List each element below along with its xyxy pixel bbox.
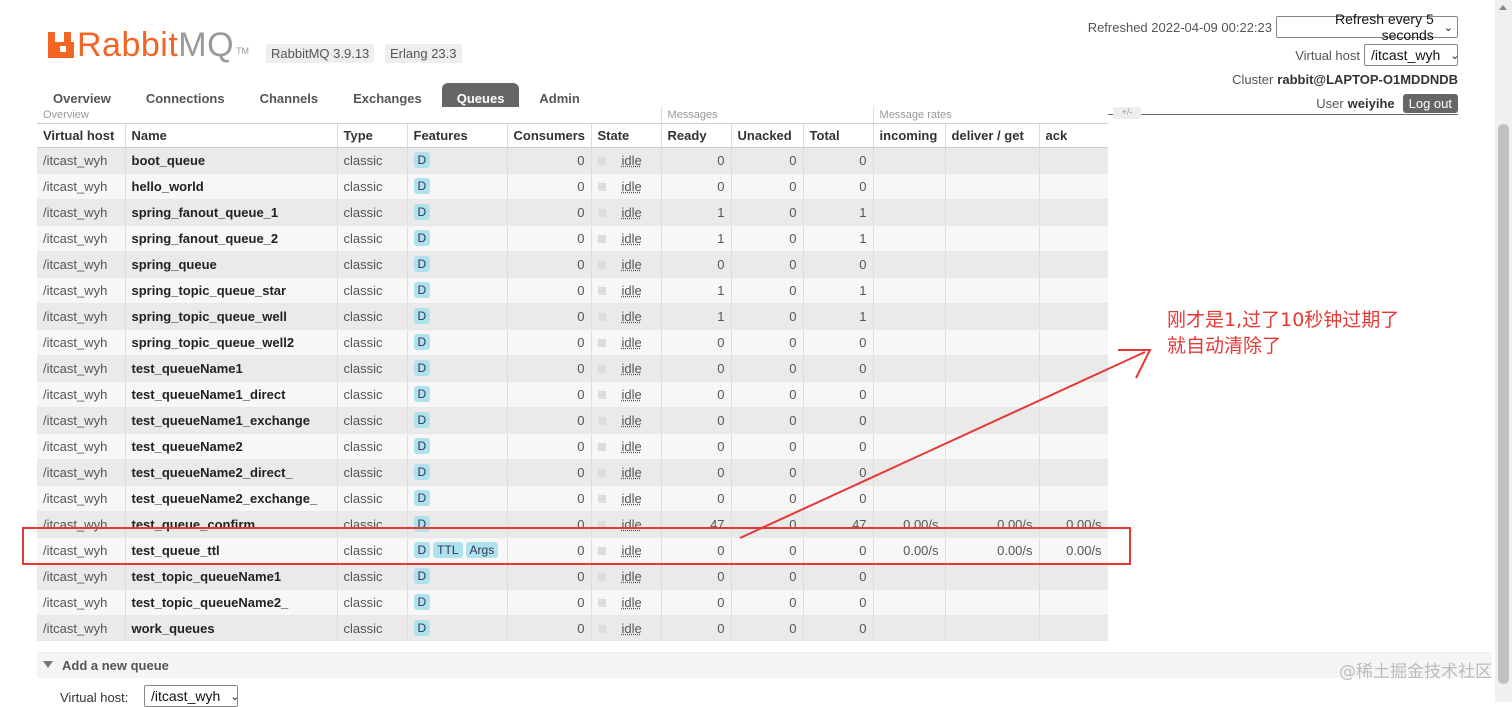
annotation-note: 刚才是1,过了10秒钟过期了 就自动清除了 <box>1167 309 1400 357</box>
watermark: @稀土掘金技术社区 <box>1339 662 1492 682</box>
